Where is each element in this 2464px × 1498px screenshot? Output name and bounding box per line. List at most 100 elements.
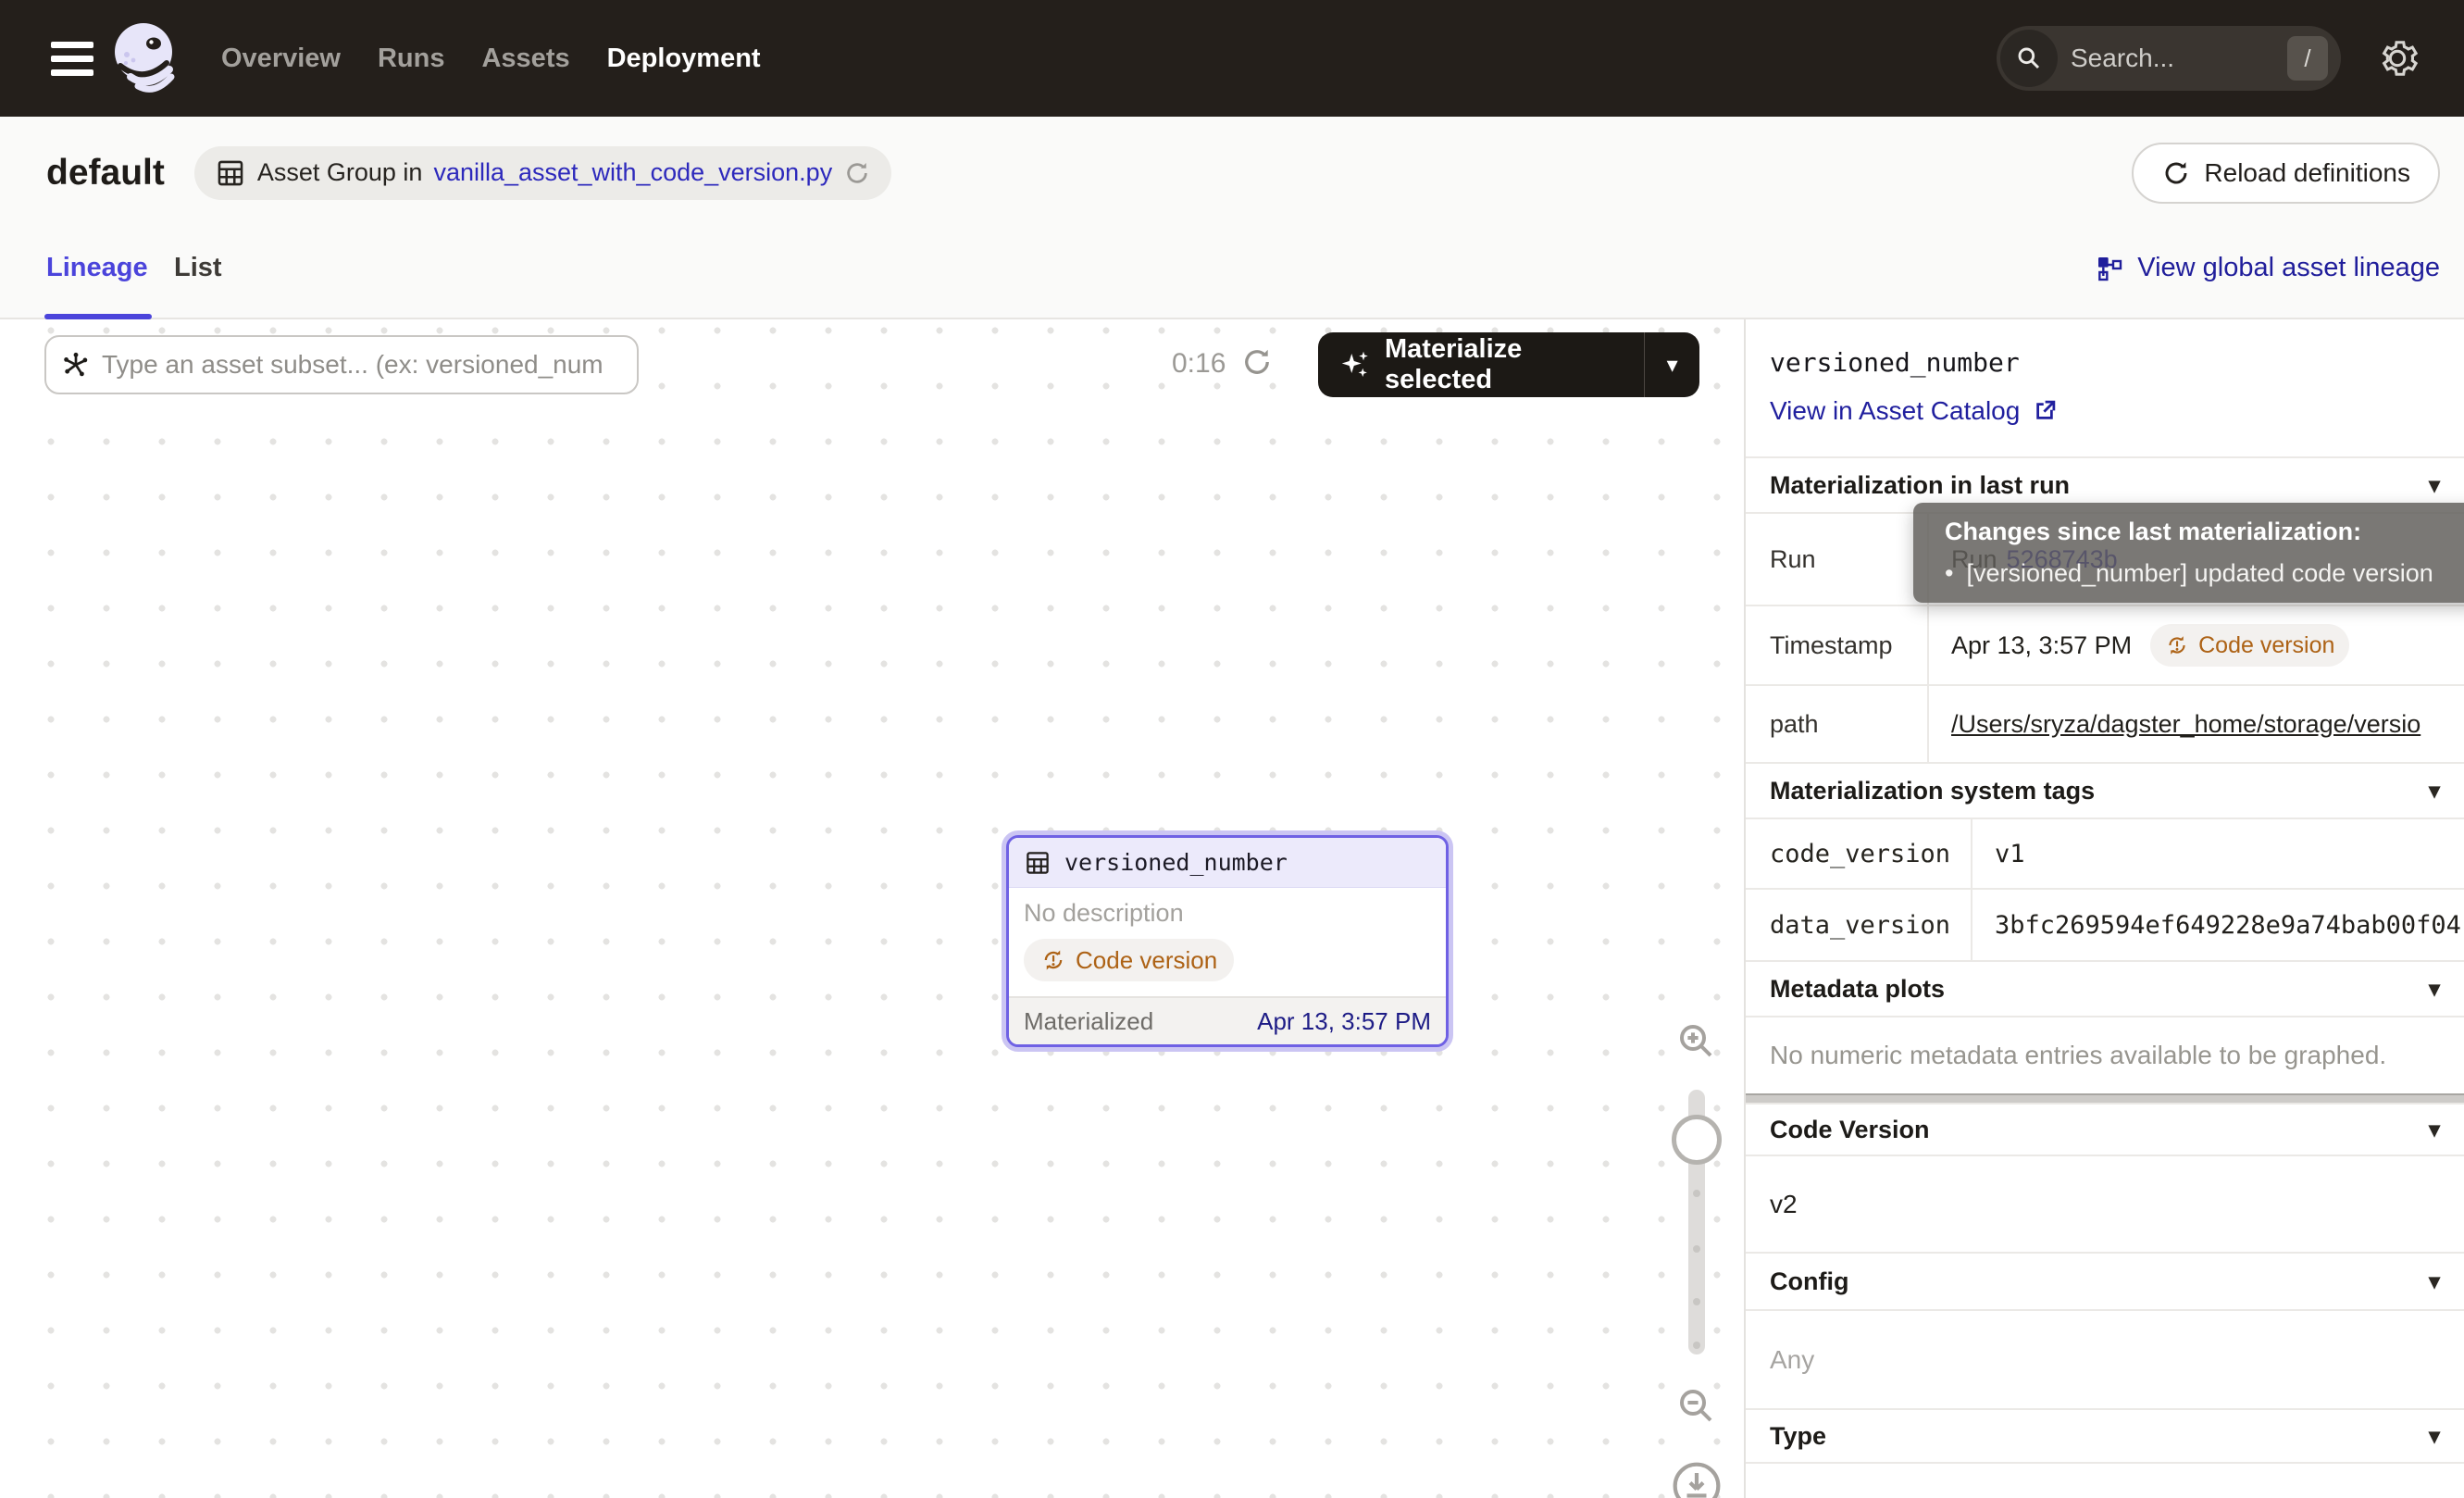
zoom-out-icon[interactable] bbox=[1666, 1384, 1727, 1429]
nav-item-assets[interactable]: Assets bbox=[481, 44, 569, 74]
search-icon bbox=[2000, 30, 2058, 87]
code-version-badge: Code version bbox=[2150, 624, 2349, 667]
tab-list[interactable]: List bbox=[174, 253, 222, 283]
section-heading: Metadata plots bbox=[1770, 975, 1945, 1004]
nav-item-deployment[interactable]: Deployment bbox=[607, 44, 761, 74]
reload-definitions-button[interactable]: Reload definitions bbox=[2132, 143, 2440, 204]
breadcrumb: Asset Group in vanilla_asset_with_code_v… bbox=[194, 146, 891, 200]
search-shortcut-badge: / bbox=[2287, 36, 2328, 81]
tooltip-bullet: • bbox=[1945, 559, 1953, 588]
view-in-asset-catalog-label: View in Asset Catalog bbox=[1770, 396, 2020, 426]
primary-nav: Overview Runs Assets Deployment bbox=[221, 44, 761, 74]
tag-row-data-version: data_version 3bfc269594ef649228e9a74bab0… bbox=[1746, 888, 2464, 960]
section-config[interactable]: Config ▾ bbox=[1746, 1252, 2464, 1311]
tag-value: v1 bbox=[1971, 819, 2464, 888]
path-row: path /Users/sryza/dagster_home/storage/v… bbox=[1746, 684, 2464, 762]
nav-item-runs[interactable]: Runs bbox=[378, 44, 445, 74]
materialized-time-link[interactable]: Apr 13, 3:57 PM bbox=[1257, 1007, 1431, 1036]
search-input[interactable]: Search... / bbox=[1997, 26, 2341, 91]
lineage-canvas[interactable]: 0:16 Materialize selected ▾ bbox=[0, 319, 1744, 1498]
page-header: default Asset Group in vanilla_asset_wit… bbox=[0, 117, 2464, 229]
sparkle-icon bbox=[1338, 348, 1372, 381]
code-version-badge: Code version bbox=[1024, 939, 1234, 981]
lineage-graph-icon bbox=[2095, 254, 2124, 283]
tooltip-change-item: [versioned_number] updated code version bbox=[1966, 559, 2433, 588]
dagster-logo[interactable] bbox=[108, 19, 182, 97]
asset-group-grid-icon bbox=[215, 157, 246, 189]
nav-item-overview[interactable]: Overview bbox=[221, 44, 341, 74]
chevron-down-icon[interactable]: ▾ bbox=[2429, 778, 2440, 805]
tag-row-code-version: code_version v1 bbox=[1746, 818, 2464, 888]
section-system-tags[interactable]: Materialization system tags ▾ bbox=[1746, 762, 2464, 818]
code-version-value: v2 bbox=[1746, 1156, 2464, 1252]
timestamp-label: Timestamp bbox=[1746, 606, 1927, 684]
asset-node-body: No description bbox=[1009, 888, 1446, 996]
tab-lineage[interactable]: Lineage bbox=[46, 253, 148, 283]
refresh-icon[interactable] bbox=[843, 159, 871, 187]
section-type[interactable]: Type ▾ bbox=[1746, 1408, 2464, 1464]
timestamp-row: Timestamp Apr 13, 3:57 PM bbox=[1746, 605, 2464, 684]
asset-subset-filter[interactable] bbox=[44, 335, 639, 394]
tag-key: data_version bbox=[1746, 890, 1971, 960]
code-version-badge-label: Code version bbox=[2198, 632, 2334, 659]
asset-node-versioned-number[interactable]: versioned_number No description bbox=[1002, 830, 1453, 1052]
metadata-plots-empty-message: No numeric metadata entries available to… bbox=[1746, 1016, 2464, 1093]
refresh-icon[interactable] bbox=[1240, 345, 1274, 379]
materialized-status-label: Materialized bbox=[1024, 1007, 1153, 1036]
chevron-down-icon[interactable]: ▾ bbox=[2429, 1117, 2440, 1143]
path-value-link[interactable]: /Users/sryza/dagster_home/storage/versio bbox=[1951, 710, 2420, 739]
external-link-icon bbox=[2031, 397, 2059, 425]
download-view-icon[interactable] bbox=[1666, 1460, 1727, 1498]
breadcrumb-prefix: Asset Group in bbox=[257, 158, 423, 187]
zoom-slider-handle[interactable] bbox=[1672, 1115, 1722, 1165]
materialize-selected-button[interactable]: Materialize selected ▾ bbox=[1318, 332, 1699, 397]
code-version-icon bbox=[2165, 633, 2189, 657]
breadcrumb-file-link[interactable]: vanilla_asset_with_code_version.py bbox=[433, 158, 832, 187]
asset-node-title: versioned_number bbox=[1064, 849, 1288, 876]
top-nav: Overview Runs Assets Deployment Search..… bbox=[0, 0, 2464, 117]
asset-graph-icon bbox=[61, 350, 91, 380]
tabs-row: Lineage List View global asset lineage bbox=[0, 229, 2464, 319]
refresh-timer: 0:16 bbox=[1172, 348, 1226, 380]
tag-value: 3bfc269594ef649228e9a74bab00f04 bbox=[1971, 890, 2464, 960]
config-value: Any bbox=[1746, 1311, 2464, 1408]
chevron-down-icon[interactable]: ▾ bbox=[2429, 976, 2440, 1003]
gear-icon[interactable] bbox=[2376, 37, 2419, 80]
view-global-asset-lineage-label: View global asset lineage bbox=[2137, 253, 2440, 283]
nav-right: Search... / bbox=[1997, 26, 2464, 91]
chevron-down-icon[interactable]: ▾ bbox=[2429, 472, 2440, 499]
chevron-down-icon[interactable]: ▾ bbox=[2429, 1423, 2440, 1450]
tooltip-title: Changes since last materialization: bbox=[1945, 518, 2464, 546]
asset-node-card: versioned_number No description bbox=[1006, 835, 1449, 1047]
view-global-asset-lineage-link[interactable]: View global asset lineage bbox=[2095, 253, 2440, 283]
section-code-version[interactable]: Code Version ▾ bbox=[1746, 1103, 2464, 1156]
asset-name: versioned_number bbox=[1770, 347, 2464, 378]
reload-definitions-label: Reload definitions bbox=[2204, 158, 2410, 188]
changes-tooltip: Changes since last materialization: • [v… bbox=[1913, 503, 2464, 603]
code-version-icon bbox=[1040, 947, 1066, 973]
section-heading: Config bbox=[1770, 1267, 1848, 1296]
asset-details-header: versioned_number View in Asset Catalog bbox=[1746, 319, 2464, 456]
run-label: Run bbox=[1746, 514, 1927, 605]
zoom-in-icon[interactable] bbox=[1666, 1019, 1727, 1064]
section-heading: Type bbox=[1770, 1422, 1826, 1451]
section-metadata-plots[interactable]: Metadata plots ▾ bbox=[1746, 960, 2464, 1016]
view-in-asset-catalog-link[interactable]: View in Asset Catalog bbox=[1770, 396, 2464, 426]
materialize-selected-label: Materialize selected bbox=[1385, 334, 1624, 395]
code-version-badge-label: Code version bbox=[1076, 946, 1217, 975]
asset-details-panel: versioned_number View in Asset Catalog M… bbox=[1744, 319, 2464, 1498]
refresh-icon bbox=[2161, 158, 2191, 188]
section-heading: Materialization in last run bbox=[1770, 471, 2070, 500]
tag-key: code_version bbox=[1746, 819, 1971, 888]
dagster-app: Overview Runs Assets Deployment Search..… bbox=[0, 0, 2464, 1498]
chevron-down-icon[interactable]: ▾ bbox=[1645, 352, 1699, 379]
page-title: default bbox=[46, 153, 165, 193]
timestamp-value: Apr 13, 3:57 PM bbox=[1951, 631, 2132, 660]
zoom-slider[interactable] bbox=[1688, 1090, 1705, 1354]
asset-subset-input[interactable] bbox=[102, 350, 622, 380]
panel-splitter-handle[interactable] bbox=[1746, 1093, 2464, 1103]
table-grid-icon bbox=[1024, 849, 1052, 877]
menu-icon[interactable] bbox=[51, 34, 93, 83]
search-placeholder: Search... bbox=[2071, 44, 2287, 73]
chevron-down-icon[interactable]: ▾ bbox=[2429, 1268, 2440, 1295]
